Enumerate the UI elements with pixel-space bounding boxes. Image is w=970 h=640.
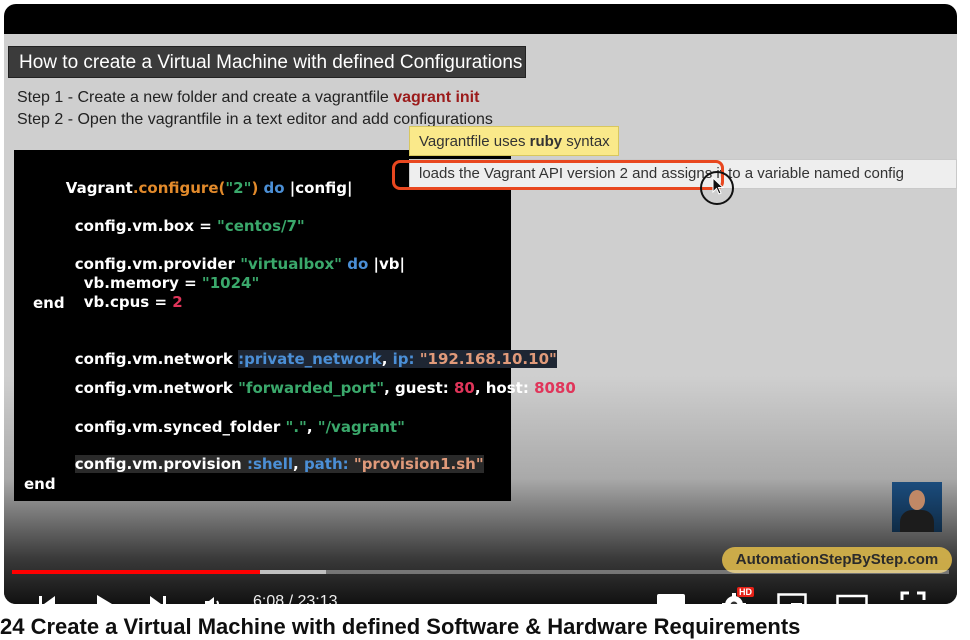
fullscreen-button[interactable] (896, 589, 930, 604)
code-token: "provision1.sh" (348, 455, 484, 473)
code-token: |vb| (373, 255, 405, 273)
code-line-end: end (24, 475, 56, 493)
code-line-end-provider: end (33, 294, 65, 312)
code-token: "2" (225, 179, 252, 197)
code-token: 2 (172, 293, 183, 311)
code-token: do (342, 255, 374, 273)
code-token: "centos/7" (217, 217, 305, 235)
previous-button[interactable] (32, 589, 62, 604)
settings-button[interactable]: HD (717, 587, 754, 604)
step-1-text: Step 1 - Create a new folder and create … (17, 89, 479, 107)
presenter-webcam (892, 482, 942, 532)
miniplayer-icon (777, 593, 807, 604)
tooltip-text: syntax (562, 133, 610, 150)
video-player[interactable]: How to create a Virtual Machine with def… (4, 4, 957, 604)
presenter-body (900, 510, 934, 532)
code-token: , host: (474, 379, 535, 397)
volume-icon (205, 597, 219, 604)
code-block: Vagrant.configure("2") do |config| confi… (14, 150, 576, 501)
miniplayer-button[interactable] (775, 589, 809, 604)
play-icon (97, 595, 112, 604)
time-display: 6:08 / 23:13 (253, 593, 338, 604)
played-bar (12, 570, 260, 574)
theater-mode-icon (836, 594, 868, 604)
tooltip-text: Vagrantfile uses (419, 133, 530, 150)
highlight-oval (392, 160, 724, 190)
code-token: config.vm.provision (74, 455, 247, 473)
mouse-cursor-icon (712, 177, 725, 195)
code-token: 8080 (534, 379, 576, 397)
code-token: vb.cpus = (83, 293, 173, 311)
code-token: , (306, 418, 318, 436)
code-token: "1024" (201, 274, 260, 292)
code-token: , (293, 455, 304, 473)
hd-badge: HD (737, 587, 754, 597)
code-token: Vagrant (65, 179, 133, 197)
presenter-head (909, 490, 925, 510)
code-token: "forwarded_port" (238, 379, 385, 397)
fullscreen-icon (900, 591, 926, 600)
subtitles-button[interactable] (654, 589, 688, 604)
next-icon (150, 596, 166, 604)
code-token: do (258, 179, 290, 197)
step-1-label: Step 1 - Create a new folder and create … (17, 89, 394, 106)
code-line-provision: config.vm.provision :shell, path: "provi… (33, 437, 484, 491)
previous-icon (39, 596, 55, 604)
theater-mode-button[interactable] (835, 589, 869, 604)
play-button[interactable] (88, 589, 118, 604)
vagrant-init-command: vagrant init (393, 89, 480, 106)
video-title[interactable]: 24 Create a Virtual Machine with defined… (0, 614, 800, 640)
code-token: config.vm.synced_folder (74, 418, 286, 436)
code-token: config.vm.box = (74, 217, 218, 235)
subtitles-icon (657, 594, 685, 604)
tooltip-ruby-word: ruby (529, 133, 563, 150)
code-token: , guest: (384, 379, 454, 397)
code-token: config.vm.network (74, 379, 239, 397)
video-frame[interactable]: How to create a Virtual Machine with def… (4, 34, 957, 604)
code-token: "/vagrant" (317, 418, 405, 436)
code-token: path: (303, 455, 349, 473)
code-token: |config| (289, 179, 353, 197)
volume-button[interactable] (199, 589, 229, 604)
next-button[interactable] (143, 589, 173, 604)
ruby-syntax-tooltip: Vagrantfile uses ruby syntax (409, 126, 619, 156)
code-token: .configure (132, 179, 219, 197)
code-token: "." (285, 418, 307, 436)
slide-title: How to create a Virtual Machine with def… (8, 46, 526, 78)
progress-bar[interactable] (12, 570, 949, 574)
code-token: :shell (246, 455, 294, 473)
code-token: 80 (453, 379, 475, 397)
